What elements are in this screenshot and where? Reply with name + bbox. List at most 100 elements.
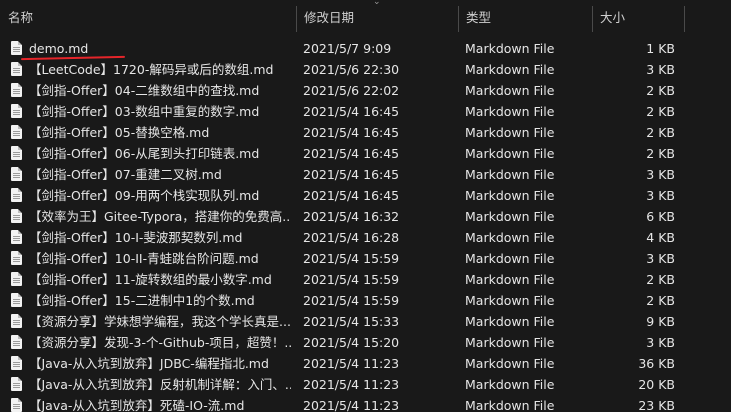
- file-name: 【资源分享】学妹想学编程，我这个学长真是...: [29, 314, 291, 329]
- file-row[interactable]: 【资源分享】学妹想学编程，我这个学长真是... 2021/5/4 15:33 M…: [0, 311, 731, 332]
- column-header-size[interactable]: 大小: [592, 0, 684, 32]
- file-size: 3 KB: [646, 188, 675, 203]
- file-name: 【效率为王】Gitee-Typora，搭建你的免费高...: [29, 209, 291, 224]
- file-size: 6 KB: [646, 209, 675, 224]
- file-name: 【Java-从入坑到放弃】反射机制详解：入门、...: [29, 377, 291, 392]
- file-name: 【剑指-Offer】10-I-斐波那契数列.md: [29, 230, 243, 245]
- markdown-file-icon: [11, 83, 22, 97]
- file-name: 【剑指-Offer】15-二进制中1的个数.md: [29, 293, 255, 308]
- file-date: 2021/5/4 16:45: [303, 188, 400, 203]
- file-type: Markdown File: [465, 335, 555, 350]
- file-row[interactable]: 【剑指-Offer】10-I-斐波那契数列.md 2021/5/4 16:28 …: [0, 227, 731, 248]
- file-row[interactable]: 【效率为王】Gitee-Typora，搭建你的免费高... 2021/5/4 1…: [0, 206, 731, 227]
- file-type: Markdown File: [465, 104, 555, 119]
- markdown-file-icon: [11, 377, 22, 391]
- file-row[interactable]: 【Java-从入坑到放弃】死磕-IO-流.md 2021/5/4 11:23 M…: [0, 395, 731, 412]
- file-size: 4 KB: [646, 230, 675, 245]
- file-size: 1 KB: [646, 41, 675, 56]
- file-row[interactable]: 【资源分享】发现-3-个-Github-项目，超赞！... 2021/5/4 1…: [0, 332, 731, 353]
- file-name: 【剑指-Offer】06-从尾到头打印链表.md: [29, 146, 260, 161]
- file-row[interactable]: 【剑指-Offer】09-用两个栈实现队列.md 2021/5/4 16:45 …: [0, 185, 731, 206]
- file-date: 2021/5/4 16:45: [303, 146, 400, 161]
- markdown-file-icon: [11, 293, 22, 307]
- file-type: Markdown File: [465, 356, 555, 371]
- file-date: 2021/5/4 11:23: [303, 398, 400, 412]
- file-explorer: 名称 ⌄ 修改日期 类型 大小 demo.md 2021/5/7 9:09 Ma…: [0, 0, 731, 412]
- file-row[interactable]: 【剑指-Offer】04-二维数组中的查找.md 2021/5/6 22:02 …: [0, 80, 731, 101]
- file-row[interactable]: 【剑指-Offer】10-II-青蛙跳台阶问题.md 2021/5/4 15:5…: [0, 248, 731, 269]
- file-type: Markdown File: [465, 125, 555, 140]
- file-size: 2 KB: [646, 272, 675, 287]
- file-size: 20 KB: [638, 377, 675, 392]
- file-row[interactable]: 【剑指-Offer】06-从尾到头打印链表.md 2021/5/4 16:45 …: [0, 143, 731, 164]
- column-divider[interactable]: [684, 6, 685, 32]
- file-name: 【剑指-Offer】04-二维数组中的查找.md: [29, 83, 260, 98]
- file-date: 2021/5/6 22:30: [303, 62, 400, 77]
- column-header-name[interactable]: 名称: [0, 0, 296, 32]
- file-size: 3 KB: [646, 251, 675, 266]
- column-header-type[interactable]: 类型: [458, 0, 592, 32]
- file-date: 2021/5/7 9:09: [303, 41, 392, 56]
- file-size: 23 KB: [638, 398, 675, 412]
- markdown-file-icon: [11, 41, 22, 55]
- file-type: Markdown File: [465, 293, 555, 308]
- file-name: 【剑指-Offer】03-数组中重复的数字.md: [29, 104, 260, 119]
- file-date: 2021/5/4 11:23: [303, 356, 400, 371]
- file-date: 2021/5/4 16:45: [303, 167, 400, 182]
- column-header-bar: 名称 ⌄ 修改日期 类型 大小: [0, 0, 731, 32]
- markdown-file-icon: [11, 209, 22, 223]
- markdown-file-icon: [11, 125, 22, 139]
- file-date: 2021/5/4 15:59: [303, 251, 400, 266]
- file-date: 2021/5/4 16:28: [303, 230, 400, 245]
- file-date: 2021/5/4 15:59: [303, 272, 400, 287]
- file-size: 2 KB: [646, 83, 675, 98]
- file-name: 【剑指-Offer】10-II-青蛙跳台阶问题.md: [29, 251, 259, 266]
- file-type: Markdown File: [465, 377, 555, 392]
- markdown-file-icon: [11, 188, 22, 202]
- file-name: 【Java-从入坑到放弃】死磕-IO-流.md: [29, 398, 245, 412]
- file-row[interactable]: 【剑指-Offer】15-二进制中1的个数.md 2021/5/4 15:59 …: [0, 290, 731, 311]
- markdown-file-icon: [11, 230, 22, 244]
- file-type: Markdown File: [465, 83, 555, 98]
- file-list: demo.md 2021/5/7 9:09 Markdown File 1 KB…: [0, 38, 731, 412]
- file-name: 【LeetCode】1720-解码异或后的数组.md: [29, 62, 274, 77]
- markdown-file-icon: [11, 335, 22, 349]
- file-date: 2021/5/4 16:32: [303, 209, 400, 224]
- file-type: Markdown File: [465, 230, 555, 245]
- file-date: 2021/5/4 15:33: [303, 314, 400, 329]
- file-type: Markdown File: [465, 146, 555, 161]
- file-type: Markdown File: [465, 251, 555, 266]
- file-date: 2021/5/4 16:45: [303, 125, 400, 140]
- column-header-date[interactable]: 修改日期: [296, 0, 458, 32]
- file-size: 3 KB: [646, 167, 675, 182]
- file-name: demo.md: [29, 41, 89, 56]
- file-row[interactable]: 【Java-从入坑到放弃】反射机制详解：入门、... 2021/5/4 11:2…: [0, 374, 731, 395]
- file-row[interactable]: 【LeetCode】1720-解码异或后的数组.md 2021/5/6 22:3…: [0, 59, 731, 80]
- file-date: 2021/5/4 11:23: [303, 377, 400, 392]
- file-size: 2 KB: [646, 293, 675, 308]
- file-type: Markdown File: [465, 314, 555, 329]
- file-type: Markdown File: [465, 398, 555, 412]
- file-size: 2 KB: [646, 104, 675, 119]
- markdown-file-icon: [11, 314, 22, 328]
- file-date: 2021/5/4 15:20: [303, 335, 400, 350]
- file-row[interactable]: 【剑指-Offer】11-旋转数组的最小数字.md 2021/5/4 15:59…: [0, 269, 731, 290]
- file-row[interactable]: demo.md 2021/5/7 9:09 Markdown File 1 KB: [0, 38, 731, 61]
- file-size: 3 KB: [646, 62, 675, 77]
- file-size: 9 KB: [646, 314, 675, 329]
- file-row[interactable]: 【剑指-Offer】03-数组中重复的数字.md 2021/5/4 16:45 …: [0, 101, 731, 122]
- file-row[interactable]: 【剑指-Offer】07-重建二叉树.md 2021/5/4 16:45 Mar…: [0, 164, 731, 185]
- markdown-file-icon: [11, 104, 22, 118]
- file-type: Markdown File: [465, 188, 555, 203]
- file-name: 【剑指-Offer】07-重建二叉树.md: [29, 167, 222, 182]
- markdown-file-icon: [11, 167, 22, 181]
- file-row[interactable]: 【Java-从入坑到放弃】JDBC-编程指北.md 2021/5/4 11:23…: [0, 353, 731, 374]
- file-row[interactable]: 【剑指-Offer】05-替换空格.md 2021/5/4 16:45 Mark…: [0, 122, 731, 143]
- file-date: 2021/5/4 16:45: [303, 104, 400, 119]
- file-size: 2 KB: [646, 146, 675, 161]
- markdown-file-icon: [11, 398, 22, 412]
- file-date: 2021/5/4 15:59: [303, 293, 400, 308]
- file-date: 2021/5/6 22:02: [303, 83, 400, 98]
- file-size: 2 KB: [646, 125, 675, 140]
- file-name: 【剑指-Offer】11-旋转数组的最小数字.md: [29, 272, 272, 287]
